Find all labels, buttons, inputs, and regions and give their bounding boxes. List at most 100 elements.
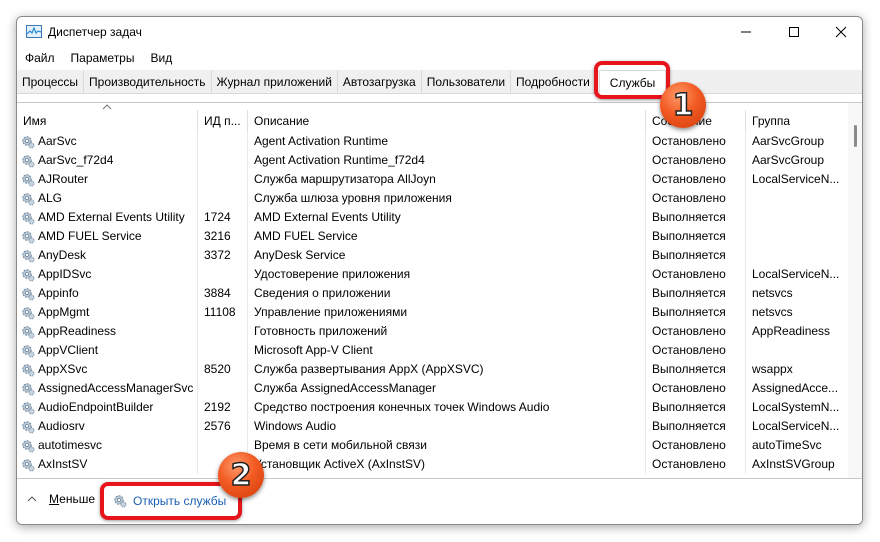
table-row[interactable]: AudioEndpointBuilder 2192 Средство построе…	[17, 398, 848, 417]
table-row[interactable]: AJRouter Служба маршрутизатора AllJoyn Ост…	[17, 170, 848, 189]
service-description: Управление приложениями	[248, 303, 646, 322]
tab-processes[interactable]: Процессы	[17, 70, 85, 93]
maximize-icon	[789, 27, 799, 37]
tab-startup[interactable]: Автозагрузка	[338, 70, 422, 93]
table-row[interactable]: Audiosrv 2576 Windows Audio Выполняется Loca…	[17, 417, 848, 436]
table-row[interactable]: AppMgmt 11108 Управление приложениями Выпол…	[17, 303, 848, 322]
service-pid	[198, 379, 248, 398]
service-name-cell: AxInstSV	[17, 455, 198, 474]
minimize-icon	[741, 31, 751, 33]
table-row[interactable]: AppVClient Microsoft App-V Client Остановл…	[17, 341, 848, 360]
service-name-cell: AarSvc_f72d4	[17, 151, 198, 170]
service-name-cell: AarSvc	[17, 132, 198, 151]
scrollbar-thumb[interactable]	[854, 125, 857, 147]
tab-performance[interactable]: Производительность	[84, 70, 212, 93]
service-description: Готовность приложений	[248, 322, 646, 341]
vertical-scrollbar[interactable]	[848, 102, 862, 478]
tab-users[interactable]: Пользователи	[422, 70, 512, 93]
service-group: LocalServiceN...	[752, 172, 840, 186]
service-description: Сведения о приложении	[248, 284, 646, 303]
service-description: AMD External Events Utility	[248, 208, 646, 227]
table-row[interactable]: AxInstSV Установщик ActiveX (AxInstSV) Ост…	[17, 455, 848, 474]
service-state: Выполняется	[646, 398, 746, 417]
service-description: Служба AssignedAccessManager	[248, 379, 646, 398]
service-name: AssignedAccessManagerSvc	[38, 381, 194, 395]
service-state: Выполняется	[646, 360, 746, 379]
service-state: Выполняется	[646, 246, 746, 265]
service-description: Microsoft App-V Client	[248, 341, 646, 360]
service-name-cell: AssignedAccessManagerSvc	[17, 379, 198, 398]
service-gear-icon	[22, 154, 35, 167]
tab-details[interactable]: Подробности	[511, 70, 596, 93]
service-gear-icon	[22, 420, 35, 433]
column-header-name[interactable]: Имя	[17, 110, 198, 132]
service-pid: 11108	[198, 303, 248, 322]
service-name-cell: AMD External Events Utility	[17, 208, 198, 227]
table-row[interactable]: AarSvc Agent Activation Runtime Остановлен…	[17, 132, 848, 151]
table-row[interactable]: AarSvc_f72d4 Agent Activation Runtime_f72…	[17, 151, 848, 170]
service-description: Agent Activation Runtime	[248, 132, 646, 151]
service-description: Windows Audio	[248, 417, 646, 436]
service-state: Остановлено	[646, 132, 746, 151]
table-row[interactable]: AnyDesk 3372 AnyDesk Service Выполняется	[17, 246, 848, 265]
service-gear-icon	[22, 211, 35, 224]
fewer-details-label: Меньше	[49, 492, 95, 506]
title-bar: Диспетчер задач	[17, 17, 862, 47]
service-name: AudioEndpointBuilder	[38, 400, 154, 414]
service-pid: 3372	[198, 246, 248, 265]
minimize-button[interactable]	[723, 17, 769, 47]
table-row[interactable]: ALG Служба шлюза уровня приложения Останов…	[17, 189, 848, 208]
table-row[interactable]: AMD FUEL Service 3216 AMD FUEL Service Выпо…	[17, 227, 848, 246]
service-state: Выполняется	[646, 284, 746, 303]
close-icon	[835, 26, 847, 38]
service-pid: 2192	[198, 398, 248, 417]
service-state: Выполняется	[646, 227, 746, 246]
service-gear-icon	[22, 325, 35, 338]
service-name: AppIDSvc	[38, 267, 92, 281]
menu-file[interactable]: Файл	[17, 48, 63, 68]
service-pid	[198, 322, 248, 341]
service-name-cell: Appinfo	[17, 284, 198, 303]
table-header: Имя ИД п... Описание Состояние Группа	[17, 110, 848, 132]
menu-options[interactable]: Параметры	[63, 48, 143, 68]
service-description: AMD FUEL Service	[248, 227, 646, 246]
tab-app-history[interactable]: Журнал приложений	[212, 70, 338, 93]
table-row[interactable]: AMD External Events Utility 1724 AMD Exter…	[17, 208, 848, 227]
service-pid	[198, 151, 248, 170]
table-row[interactable]: AppReadiness Готовность приложений Останов…	[17, 322, 848, 341]
table-row[interactable]: AssignedAccessManagerSvc Служба AssignedA…	[17, 379, 848, 398]
column-header-group[interactable]: Группа	[746, 110, 848, 132]
maximize-button[interactable]	[771, 17, 817, 47]
service-state: Остановлено	[646, 436, 746, 455]
service-group: AarSvcGroup	[752, 153, 825, 167]
table-row[interactable]: AppXSvc 8520 Служба развертывания AppX (Ap…	[17, 360, 848, 379]
service-gear-icon	[22, 344, 35, 357]
service-name-cell: AJRouter	[17, 170, 198, 189]
service-group: AssignedAcce...	[752, 381, 839, 395]
service-pid	[198, 341, 248, 360]
service-name-cell: AppIDSvc	[17, 265, 198, 284]
service-name: AarSvc_f72d4	[38, 153, 114, 167]
service-pid	[198, 170, 248, 189]
menu-bar: Файл Параметры Вид	[17, 48, 862, 68]
service-group: autoTimeSvc	[752, 438, 822, 452]
table-row[interactable]: Appinfo 3884 Сведения о приложении Выполняе…	[17, 284, 848, 303]
service-state: Остановлено	[646, 265, 746, 284]
close-button[interactable]	[818, 17, 862, 47]
fewer-details-button[interactable]: Меньше	[27, 492, 95, 506]
service-state: Остановлено	[646, 379, 746, 398]
table-row[interactable]: AppIDSvc Удостоверение приложения Остановл…	[17, 265, 848, 284]
service-group: AarSvcGroup	[752, 134, 825, 148]
column-header-pid[interactable]: ИД п...	[198, 110, 248, 132]
service-gear-icon	[22, 230, 35, 243]
service-pid: 3884	[198, 284, 248, 303]
service-name: AppMgmt	[38, 305, 90, 319]
menu-view[interactable]: Вид	[142, 48, 180, 68]
service-description: Удостоверение приложения	[248, 265, 646, 284]
service-name-cell: ALG	[17, 189, 198, 208]
service-name: ALG	[38, 191, 63, 205]
service-state: Остановлено	[646, 322, 746, 341]
column-header-description[interactable]: Описание	[248, 110, 646, 132]
service-gear-icon	[22, 268, 35, 281]
table-row[interactable]: autotimesvc Время в сети мобильной связи О…	[17, 436, 848, 455]
